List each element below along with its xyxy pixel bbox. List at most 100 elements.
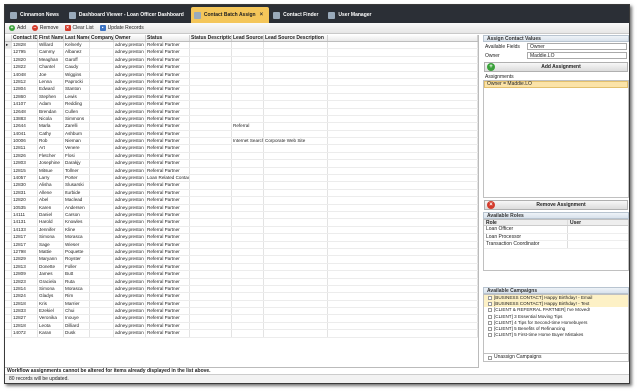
add-assignment-button[interactable]: + Add Assignment xyxy=(484,62,628,72)
table-cell: adney.preston xyxy=(114,219,146,226)
table-row[interactable]: 12803 Josephine Darakjy adney.preston Referr… xyxy=(5,160,478,168)
table-cell xyxy=(90,256,114,263)
table-row[interactable]: 12823 Graciela Ruta adney.preston Referral P… xyxy=(5,278,478,286)
table-row[interactable]: 12817 Sage Wieser adney.preston Referral Par… xyxy=(5,241,478,249)
table-row[interactable]: 12830 Alisha Slusarski adney.preston Referra… xyxy=(5,182,478,190)
role-row[interactable]: Loan Officer xyxy=(484,226,628,234)
table-row[interactable]: 14131 Harold Knowles adney.preston Referral … xyxy=(5,219,478,227)
owner-row: Owner Maddie.LO xyxy=(483,51,629,60)
table-row[interactable]: 10535 Karen Andersen adney.preston Referral … xyxy=(5,204,478,212)
owner-select[interactable]: Maddie.LO xyxy=(527,52,627,59)
table-row[interactable]: 12644 Marla Zarelli adney.preston Referral P… xyxy=(5,123,478,131)
available-fields-select[interactable]: Owner xyxy=(527,43,627,50)
add-button[interactable]: + Add xyxy=(9,25,26,31)
table-cell xyxy=(90,182,114,189)
table-cell xyxy=(264,145,328,152)
table-cell: adney.preston xyxy=(114,138,146,145)
table-row[interactable]: 12798 Mattie Poquette adney.preston Referral… xyxy=(5,248,478,257)
checkbox-icon[interactable] xyxy=(488,333,492,338)
table-row[interactable]: 14072 Karan Dusk adney.preston Referral Part… xyxy=(5,330,478,338)
update-records-button[interactable]: ▪ Update Records xyxy=(99,25,144,31)
column-header[interactable]: Lead Source Description xyxy=(264,35,328,41)
table-row[interactable]: 12813 Donette Foller adney.preston Referral … xyxy=(5,263,478,272)
tab-2[interactable]: Contact Batch Assign × xyxy=(190,7,270,23)
tab-1[interactable]: Dashboard Viewer - Loan Officer Dashboar… xyxy=(65,7,190,23)
role-user[interactable] xyxy=(568,241,628,248)
table-cell: adney.preston xyxy=(114,204,146,211)
role-user[interactable] xyxy=(568,226,628,233)
column-header[interactable] xyxy=(5,35,12,41)
table-row[interactable]: 12811 Art Venere adney.preston Referral Part… xyxy=(5,145,478,153)
table-row[interactable]: 14107 Adam Redding adney.preston Referral Pa… xyxy=(5,101,478,109)
table-cell xyxy=(190,71,232,78)
role-row[interactable]: Transaction Coordinator xyxy=(484,241,628,249)
table-row[interactable]: 12648 Brendan Cullen adney.preston Referral … xyxy=(5,108,478,116)
column-header[interactable]: Contact ID xyxy=(12,35,38,41)
table-row[interactable]: 12826 Fletcher Flosi adney.preston Referral … xyxy=(5,152,478,161)
checkbox-icon[interactable] xyxy=(488,302,492,307)
column-header[interactable]: First Name xyxy=(38,35,64,41)
tab-4[interactable]: User Manager xyxy=(325,7,378,23)
table-row[interactable]: 12817 Simona Morasca adney.preston Referral … xyxy=(5,234,478,242)
table-row[interactable]: 14111 Daniel Carson adney.preston Referral P… xyxy=(5,211,478,220)
table-row[interactable]: 12804 Edward Stanton adney.preston Referral … xyxy=(5,86,478,94)
table-row[interactable]: 12812 Lenna Paprocki adney.preston Referral … xyxy=(5,78,478,87)
table-cell xyxy=(328,300,478,308)
table-cell: Meaghan xyxy=(38,56,64,64)
unassign-campaigns-checkbox[interactable]: Unassign Campaigns xyxy=(483,354,629,362)
table-row[interactable]: 12820 Meaghan Garoff adney.preston Referral … xyxy=(5,56,478,65)
column-header[interactable] xyxy=(328,35,478,41)
remove-assignment-button[interactable]: × Remove Assignment xyxy=(484,200,628,210)
table-cell: 12814 xyxy=(12,285,38,293)
table-cell: 12860 xyxy=(12,93,38,101)
column-header[interactable]: Company xyxy=(90,35,114,41)
table-cell xyxy=(232,145,264,152)
column-header[interactable]: Lead Source xyxy=(232,35,264,41)
table-row[interactable]: 13883 Nicola Simmons adney.preston Referral … xyxy=(5,115,478,124)
table-row[interactable]: 12818 Leota Dilliard adney.preston Referral … xyxy=(5,322,478,331)
table-row[interactable]: 12795 Cammy Albanez adney.preston Referral P… xyxy=(5,49,478,57)
column-header[interactable]: Status Description xyxy=(190,35,232,41)
table-row[interactable]: 14133 Jennifer Kline adney.preston Referral … xyxy=(5,226,478,235)
table-row[interactable]: 12820 Abel Maclead adney.preston Referral Pa… xyxy=(5,197,478,205)
assignment-item[interactable]: Owner = Maddie.LO xyxy=(484,81,628,88)
table-cell: Stephen xyxy=(38,93,64,101)
checkbox-icon[interactable] xyxy=(488,327,492,332)
checkbox-icon[interactable] xyxy=(488,308,492,313)
table-row[interactable]: 12815 Mitsue Tollner adney.preston Referral … xyxy=(5,167,478,176)
table-row[interactable]: 12822 Chantel Caudy adney.preston Referral P… xyxy=(5,64,478,72)
close-icon[interactable]: × xyxy=(260,12,264,18)
table-row[interactable]: 12814 Simona Morasca adney.preston Referral … xyxy=(5,285,478,294)
role-row[interactable]: Loan Processor xyxy=(484,233,628,241)
table-row[interactable]: 12827 Veronika Inouye adney.preston Referral… xyxy=(5,315,478,323)
tab-label: Contact Batch Assign xyxy=(203,12,256,18)
campaign-item[interactable]: [CLIENT] 5 First-time Home Buyer Mistake… xyxy=(484,332,628,338)
table-row[interactable]: 12831 Allene Iturbide adney.preston Referral… xyxy=(5,189,478,198)
clear-list-button[interactable]: × Clear List xyxy=(64,25,94,31)
column-header[interactable]: Owner xyxy=(114,35,146,41)
tab-3[interactable]: Contact Finder xyxy=(270,7,325,23)
table-cell xyxy=(328,49,478,56)
table-row[interactable]: 14048 Joe Wiggins adney.preston Referral Par… xyxy=(5,71,478,79)
table-row[interactable]: 12829 Maryann Royster adney.preston Referral… xyxy=(5,256,478,264)
checkbox-icon[interactable] xyxy=(488,320,492,325)
checkbox-icon[interactable] xyxy=(488,296,492,301)
column-header[interactable]: Last Name xyxy=(64,35,90,41)
table-row[interactable]: 12818 Kris Marrier adney.preston Referral Pa… xyxy=(5,300,478,309)
table-cell xyxy=(328,234,478,241)
role-user[interactable] xyxy=(568,234,628,241)
table-row[interactable]: 14057 Larry Porter adney.preston Loan Relate… xyxy=(5,175,478,183)
table-row[interactable]: 12809 James Butt adney.preston Referral Part… xyxy=(5,271,478,279)
column-header[interactable]: Status xyxy=(146,35,190,41)
table-row[interactable]: ▸ 12828 Willard Kelnerly adney.preston Referr… xyxy=(5,42,478,50)
table-row[interactable]: 12860 Stephen Lewis adney.preston Referral P… xyxy=(5,93,478,102)
table-row[interactable]: 12833 Ezekiel Chui adney.preston Referral Pa… xyxy=(5,308,478,316)
table-cell xyxy=(328,175,478,182)
tab-0[interactable]: Cinnamon News xyxy=(7,7,65,23)
checkbox-icon[interactable] xyxy=(488,314,492,319)
table-row[interactable]: 12824 Gladys Rim adney.preston Referral Part… xyxy=(5,293,478,301)
table-row[interactable]: 14041 Cathy Ashburn adney.preston Referral P… xyxy=(5,130,478,139)
table-cell xyxy=(232,93,264,101)
remove-button[interactable]: − Remove xyxy=(31,25,59,31)
table-row[interactable]: 10006 Rob Nieman adney.preston Referral Part… xyxy=(5,138,478,146)
